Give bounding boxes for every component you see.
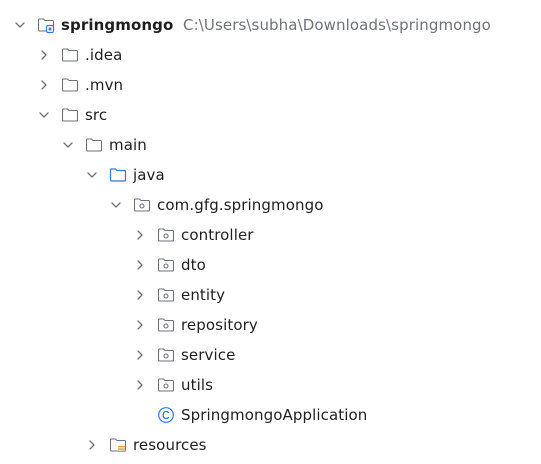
tree-row-mvn[interactable]: .mvn xyxy=(0,70,541,100)
chevron-right-icon[interactable] xyxy=(37,48,51,62)
tree-item-label: repository xyxy=(181,316,258,334)
tree-item-label: main xyxy=(109,136,147,154)
chevron-right-icon[interactable] xyxy=(37,78,51,92)
tree-row-entity[interactable]: entity xyxy=(0,280,541,310)
chevron-right-icon[interactable] xyxy=(133,228,147,242)
tree-item-label: controller xyxy=(181,226,254,244)
folder-icon xyxy=(61,48,79,62)
chevron-right-icon[interactable] xyxy=(85,438,99,452)
tree-item-label: dto xyxy=(181,256,206,274)
package-folder-icon xyxy=(133,198,151,212)
package-folder-icon xyxy=(157,348,175,362)
tree-item-label: com.gfg.springmongo xyxy=(157,196,324,214)
chevron-right-icon[interactable] xyxy=(133,258,147,272)
chevron-right-icon[interactable] xyxy=(133,288,147,302)
tree-row-springmongo[interactable]: springmongo C:\Users\subha\Downloads\spr… xyxy=(0,10,541,40)
tree-row-controller[interactable]: controller xyxy=(0,220,541,250)
tree-row-springmongo-application[interactable]: SpringmongoApplication xyxy=(0,400,541,430)
package-folder-icon xyxy=(157,258,175,272)
tree-row-java[interactable]: java xyxy=(0,160,541,190)
tree-row-package[interactable]: com.gfg.springmongo xyxy=(0,190,541,220)
tree-item-label: src xyxy=(85,106,108,124)
tree-row-dto[interactable]: dto xyxy=(0,250,541,280)
chevron-down-icon[interactable] xyxy=(109,198,123,212)
package-folder-icon xyxy=(157,378,175,392)
class-icon xyxy=(158,407,174,423)
chevron-down-icon[interactable] xyxy=(61,138,75,152)
tree-row-src[interactable]: src xyxy=(0,100,541,130)
folder-icon xyxy=(61,78,79,92)
tree-item-label: resources xyxy=(133,436,207,454)
chevron-right-icon[interactable] xyxy=(133,318,147,332)
tree-item-label: utils xyxy=(181,376,214,394)
tree-item-label: SpringmongoApplication xyxy=(181,406,368,424)
project-path: C:\Users\subha\Downloads\springmongo xyxy=(183,16,491,34)
tree-row-idea[interactable]: .idea xyxy=(0,40,541,70)
tree-item-label: entity xyxy=(181,286,226,304)
tree-row-utils[interactable]: utils xyxy=(0,370,541,400)
resources-folder-icon xyxy=(109,438,127,452)
package-folder-icon xyxy=(157,318,175,332)
tree-item-label: service xyxy=(181,346,236,364)
folder-icon xyxy=(85,138,103,152)
chevron-down-icon[interactable] xyxy=(13,18,27,32)
tree-row-resources[interactable]: resources xyxy=(0,430,541,460)
chevron-down-icon[interactable] xyxy=(85,168,99,182)
package-folder-icon xyxy=(157,228,175,242)
chevron-right-icon[interactable] xyxy=(133,378,147,392)
tree-item-label: .mvn xyxy=(85,76,124,94)
tree-row-service[interactable]: service xyxy=(0,340,541,370)
folder-icon xyxy=(61,108,79,122)
chevron-down-icon[interactable] xyxy=(37,108,51,122)
chevron-right-icon[interactable] xyxy=(133,348,147,362)
tree-row-main[interactable]: main xyxy=(0,130,541,160)
project-tree: springmongo C:\Users\subha\Downloads\spr… xyxy=(0,0,541,464)
package-folder-icon xyxy=(157,288,175,302)
tree-row-repository[interactable]: repository xyxy=(0,310,541,340)
module-folder-icon xyxy=(37,18,55,34)
tree-item-label: .idea xyxy=(85,46,123,64)
project-name: springmongo xyxy=(61,16,174,34)
source-folder-icon xyxy=(109,168,127,182)
tree-item-label: java xyxy=(133,166,165,184)
